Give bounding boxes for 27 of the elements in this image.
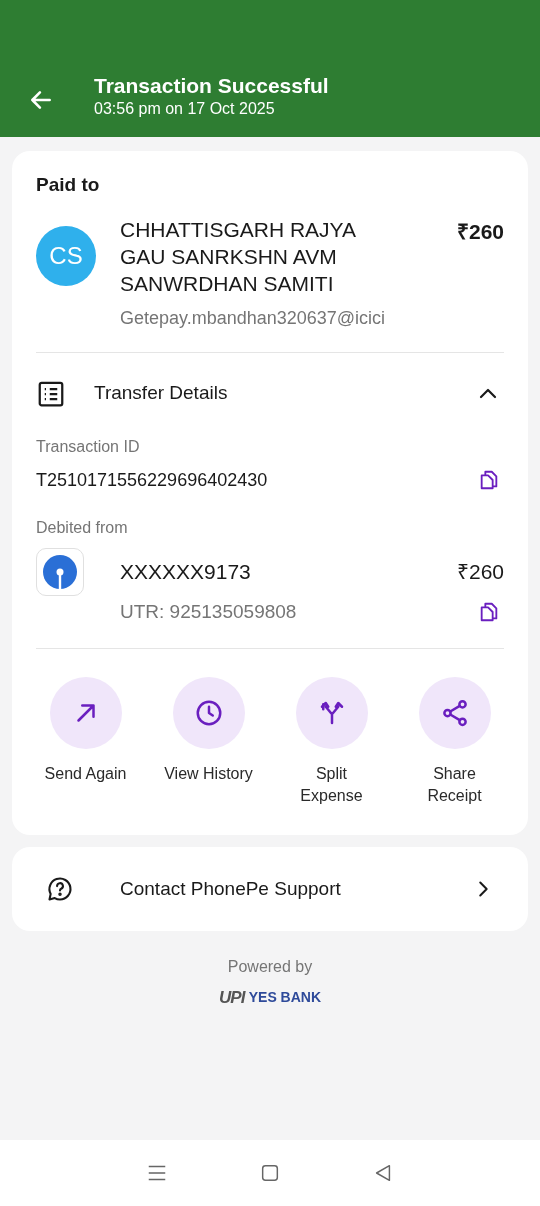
partner-logo: UPI [218,987,245,1009]
account-number: XXXXXX9173 [120,558,251,585]
utr-number: UTR: 925135059808 [120,599,297,624]
action-button[interactable]: Share Receipt [393,677,516,807]
header-title: Transaction Successful [94,73,329,99]
powered-by-text: Powered by [227,957,313,977]
copy-icon[interactable] [478,600,500,623]
paid-to-label: Paid to [36,173,101,197]
debited-amount: ₹260 [456,558,504,585]
action-button[interactable]: Split Expense [270,677,393,807]
copy-icon[interactable] [478,469,500,491]
transaction-id: T2510171556229696402430 [36,468,268,492]
transfer-details-title: Transfer Details [94,381,229,406]
action-button[interactable]: View History [147,677,270,807]
paid-amount: ₹260 [456,218,504,245]
transfer-details-toggle[interactable]: Transfer Details [36,352,504,435]
avatar: CS [36,225,96,286]
debited-from-label: Debited from [36,517,129,538]
payee-vpa: Getepay.mbandhan320637@icici [120,306,387,330]
payee-name: CHHATTISGARH RAJYA GAU SANRKSHN AVM SANWRDHAN SAMITI [120,216,357,297]
home-icon[interactable] [259,1162,281,1184]
action-button[interactable]: Send Again [24,677,147,807]
partner-logo: YES BANK [248,988,322,1008]
header-subtitle: 03:56 pm on 17 Oct 2025 [94,99,276,119]
transaction-id-label: Transaction ID [36,436,141,457]
support-row[interactable]: Contact PhonePe Support [12,847,528,931]
help-icon [46,875,74,903]
